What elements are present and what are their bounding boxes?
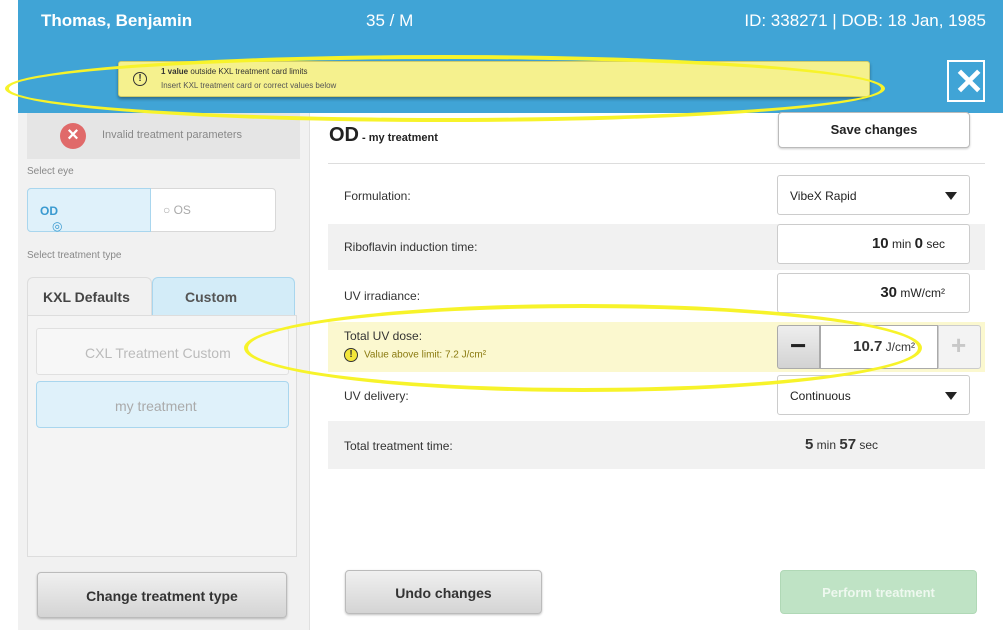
induction-time-input[interactable]: 10 min 0 sec xyxy=(777,224,970,264)
patient-name: Thomas, Benjamin xyxy=(41,11,193,30)
error-icon: × xyxy=(60,123,86,149)
dropdown-caret-icon xyxy=(945,392,957,400)
eye-option-os[interactable]: ○ OS xyxy=(163,203,191,217)
alert-line-1: 1 value outside KXL treatment card limit… xyxy=(161,67,308,76)
uv-dose-label: Total UV dose: xyxy=(344,329,423,343)
divider xyxy=(328,163,985,164)
patient-header: Thomas, Benjamin 35 / M ID: 338271 | DOB… xyxy=(18,0,1003,45)
dropdown-caret-icon xyxy=(945,192,957,200)
uv-delivery-select[interactable]: Continuous xyxy=(777,375,970,415)
undo-changes-button[interactable]: Undo changes xyxy=(345,570,542,614)
list-item-selected[interactable]: my treatment xyxy=(36,381,289,428)
warning-icon: ! xyxy=(344,348,358,362)
eye-option-od[interactable]: ◎ OD xyxy=(27,188,151,233)
close-icon: ✕ xyxy=(954,61,985,102)
tab-kxl-defaults[interactable]: KXL Defaults xyxy=(27,277,152,315)
close-alert-button[interactable]: ✕ xyxy=(947,60,985,102)
radio-icon: ○ xyxy=(163,203,171,217)
list-item[interactable]: CXL Treatment Custom xyxy=(36,328,289,375)
status-text: Invalid treatment parameters xyxy=(102,129,243,141)
treatment-status: × Invalid treatment parameters xyxy=(27,113,300,159)
select-eye-label: Select eye xyxy=(27,166,74,177)
tab-custom[interactable]: Custom xyxy=(152,277,295,315)
treatment-title: OD - my treatment xyxy=(329,124,438,146)
total-time-row: Total treatment time: xyxy=(328,421,985,469)
total-time-value: 5 min 57 sec xyxy=(805,436,879,453)
minus-icon: − xyxy=(790,330,807,361)
radio-selected-icon: ◎ xyxy=(52,219,63,233)
uv-dose-warning: ! Value above limit: 7.2 J/cm² xyxy=(344,348,486,362)
patient-age-sex: 35 / M xyxy=(366,11,414,30)
alert-line-2: Insert KXL treatment card or correct val… xyxy=(161,81,337,90)
patient-id-dob: ID: 338271 | DOB: 18 Jan, 1985 xyxy=(744,11,986,30)
change-treatment-type-button[interactable]: Change treatment type xyxy=(37,572,287,618)
select-type-label: Select treatment type xyxy=(27,250,122,261)
uv-dose-input[interactable]: 10.7 J/cm² xyxy=(820,325,938,369)
plus-icon: + xyxy=(951,330,967,360)
perform-treatment-button[interactable]: Perform treatment xyxy=(780,570,977,614)
formulation-select[interactable]: VibeX Rapid xyxy=(777,175,970,215)
dose-increment-button[interactable]: + xyxy=(938,325,981,369)
dose-decrement-button[interactable]: − xyxy=(777,325,820,369)
alert-banner: ! 1 value outside KXL treatment card lim… xyxy=(118,61,870,97)
warning-icon: ! xyxy=(133,72,147,86)
save-changes-button[interactable]: Save changes xyxy=(778,112,970,148)
irradiance-input[interactable]: 30 mW/cm² xyxy=(777,273,970,313)
